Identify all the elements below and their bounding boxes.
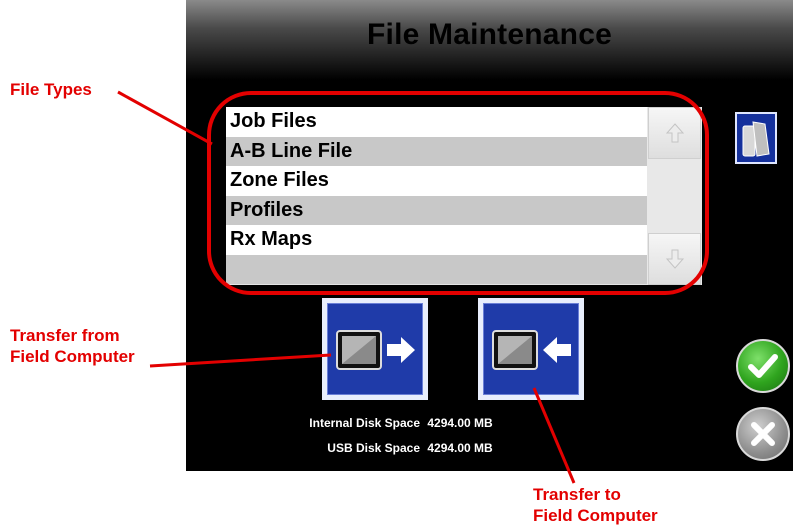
leader-transfer-to [532, 387, 576, 484]
leader-transfer-from [149, 353, 332, 368]
annotation-leaders [117, 90, 576, 484]
leader-file-types [117, 90, 213, 146]
